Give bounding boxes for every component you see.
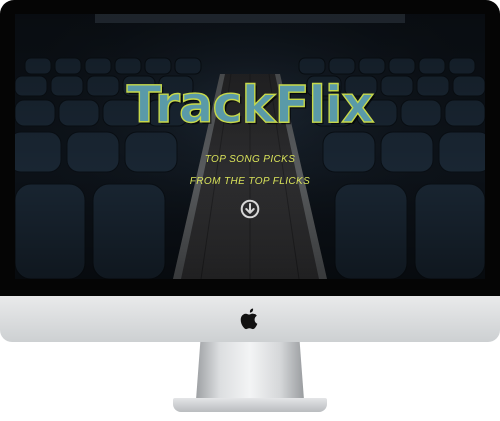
hero-title: TrackFlix <box>126 76 375 135</box>
hero-tagline-line-2: FROM THE TOP FLICKS <box>189 176 311 187</box>
desktop-monitor-mockup: TrackFlix TOP SONG PICKS FROM THE TOP FL… <box>0 0 500 421</box>
apple-logo-icon <box>240 308 258 330</box>
monitor-stand-base <box>173 398 327 412</box>
hero-tagline-line-1: TOP SONG PICKS <box>204 154 296 165</box>
arrow-down-circle-icon <box>240 199 260 219</box>
monitor-stand-neck <box>196 342 304 400</box>
website-screen: TrackFlix TOP SONG PICKS FROM THE TOP FL… <box>15 14 485 279</box>
scroll-down-button[interactable] <box>240 199 260 219</box>
cinema-seats-background <box>15 14 485 279</box>
